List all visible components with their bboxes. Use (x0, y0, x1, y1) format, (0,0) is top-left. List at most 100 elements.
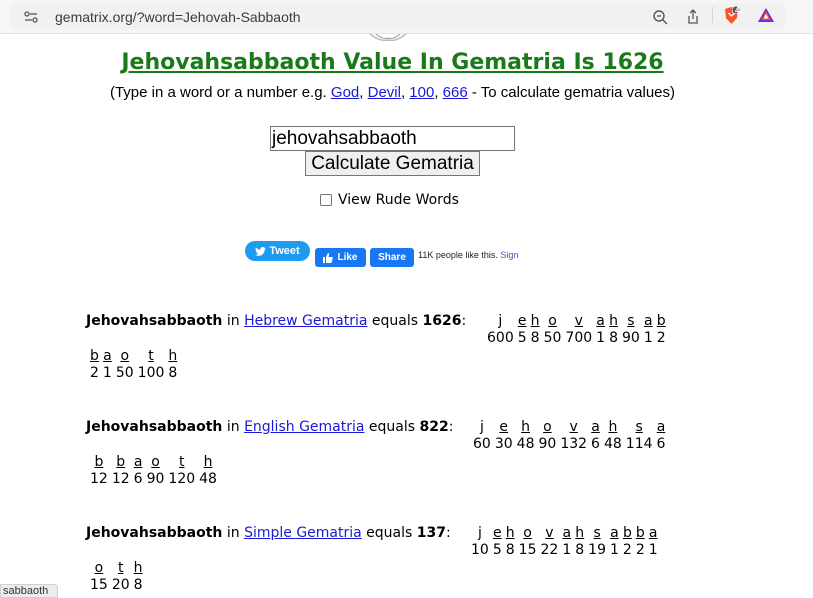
letter-value: 15 (90, 577, 108, 593)
letter-value-pair: v 132 (558, 419, 589, 453)
letter: h (505, 525, 515, 541)
example-link-god[interactable]: God (331, 84, 359, 101)
site-settings-icon[interactable] (24, 11, 38, 23)
letter-value: 1 (562, 542, 572, 558)
letter-value: 90 (538, 436, 557, 452)
letter-value-pair: h 48 (515, 419, 537, 453)
link-status-tooltip: sabbaoth (0, 584, 58, 598)
rude-words-checkbox[interactable] (320, 194, 332, 206)
letter: a (562, 525, 572, 541)
letter: h (133, 560, 143, 576)
letter: o (543, 419, 552, 435)
letter: o (94, 560, 104, 576)
letter-value: 120 (168, 471, 196, 487)
letter-value: 8 (575, 542, 585, 558)
letter-value: 8 (530, 330, 540, 346)
letter-value: 12 (111, 471, 130, 487)
result-word: Jehovahsabbaoth (86, 525, 223, 541)
url-text[interactable]: gematrix.org/?word=Jehovah-Sabbaoth (55, 9, 301, 25)
letter-value: 2 (656, 330, 666, 346)
example-link-devil[interactable]: Devil (368, 84, 401, 101)
letter-value-pair: o 15 (517, 525, 539, 559)
twitter-bird-icon (255, 246, 267, 256)
letter: t (179, 454, 185, 470)
letter-value-pair: s 90 (620, 313, 642, 347)
result-equals-text: equals (367, 313, 423, 329)
letter-value: 1 (643, 330, 653, 346)
letter: h (521, 419, 530, 435)
letter-value-pair: o 50 (114, 348, 136, 382)
letter-value: 60 (473, 436, 491, 452)
letter-value: 114 (625, 436, 653, 452)
letter-value-pair: h8 (166, 348, 179, 382)
result-in-text: in (222, 525, 245, 541)
letter: b (622, 525, 632, 541)
letter: b (116, 454, 126, 470)
letter-value: 1 (648, 542, 658, 558)
letter: j (477, 525, 482, 541)
example-link-100[interactable]: 100 (409, 84, 434, 101)
letter-value: 20 (111, 577, 130, 593)
facebook-like-button[interactable]: Like (315, 248, 366, 267)
facebook-sign-up-link[interactable]: Sign (500, 250, 518, 260)
cipher-link-english[interactable]: English Gematria (244, 419, 364, 435)
letter-value: 8 (133, 577, 143, 593)
letter-value: 90 (146, 471, 165, 487)
letter: h (530, 313, 540, 329)
letter-value-pair: s 114 (624, 419, 655, 453)
example-link-666[interactable]: 666 (443, 84, 468, 101)
result-in-text: in (222, 313, 245, 329)
result-english-sentence: Jehovahsabbaoth in English Gematria equa… (86, 419, 454, 435)
letter-value-pair: j 10 (469, 525, 491, 559)
letter-value-pair: j 60 (471, 419, 493, 453)
result-total: 137 (416, 525, 446, 541)
letter-value-pair: j 600 (485, 313, 516, 347)
letter-value-pair: h8 (132, 560, 145, 594)
letter-value: 12 (90, 471, 108, 487)
rude-words-label: View Rude Words (338, 192, 459, 208)
letter: a (596, 313, 605, 329)
letter: h (608, 419, 618, 435)
result-equals-text: equals (361, 525, 417, 541)
calculate-gematria-button[interactable]: Calculate Gematria (305, 151, 480, 176)
letter-value-pair: h8 (607, 313, 620, 347)
letter-value: 10 (471, 542, 489, 558)
letter: o (151, 454, 160, 470)
letter: a (591, 419, 600, 435)
result-total: 822 (419, 419, 449, 435)
letter-breakdown: b 2 a 1 o 50 t 100 h 8 (88, 348, 179, 382)
share-icon[interactable] (685, 9, 701, 25)
result-total: 1626 (422, 313, 462, 329)
letter-value: 48 (199, 471, 217, 487)
cipher-link-simple[interactable]: Simple Gematria (244, 525, 362, 541)
brave-rewards-icon[interactable] (757, 7, 775, 23)
facebook-share-button[interactable]: Share (370, 248, 414, 267)
word-input[interactable]: jehovahsabbaoth (270, 126, 515, 151)
letter-value: 22 (540, 542, 559, 558)
letter: e (492, 525, 502, 541)
letter-value: 6 (133, 471, 143, 487)
view-rude-words-option[interactable]: View Rude Words (320, 192, 459, 208)
letter-value: 5 (492, 542, 502, 558)
letter: o (548, 313, 557, 329)
tweet-button[interactable]: Tweet (245, 241, 310, 261)
toolbar-divider (712, 7, 713, 23)
letter-value: 30 (494, 436, 513, 452)
letter-value: 90 (621, 330, 640, 346)
letter-value: 2 (622, 542, 632, 558)
zoom-icon[interactable] (652, 9, 668, 25)
letter-value-pair: h 48 (602, 419, 624, 453)
letter-breakdown: j 10 e 5 h 8 o 15 v 22 a 1 h 8 s 19 a 1 b 2 b 2 a 1 (469, 525, 660, 559)
letter: h (168, 348, 178, 364)
letter-value: 100 (137, 365, 165, 381)
cipher-link-hebrew[interactable]: Hebrew Gematria (244, 313, 367, 329)
letter-value-pair: o 90 (536, 419, 558, 453)
letter: j (498, 313, 503, 329)
letter-value-pair: t 120 (166, 454, 197, 488)
address-bar[interactable]: gematrix.org/?word=Jehovah-Sabbaoth (10, 3, 785, 29)
page-title-link[interactable]: Jehovahsabbaoth Value In Gematria Is 162… (121, 50, 663, 75)
result-equals-text: equals (364, 419, 420, 435)
letter: v (569, 419, 578, 435)
letter-value-pair: a1 (647, 525, 660, 559)
letter: s (593, 525, 601, 541)
